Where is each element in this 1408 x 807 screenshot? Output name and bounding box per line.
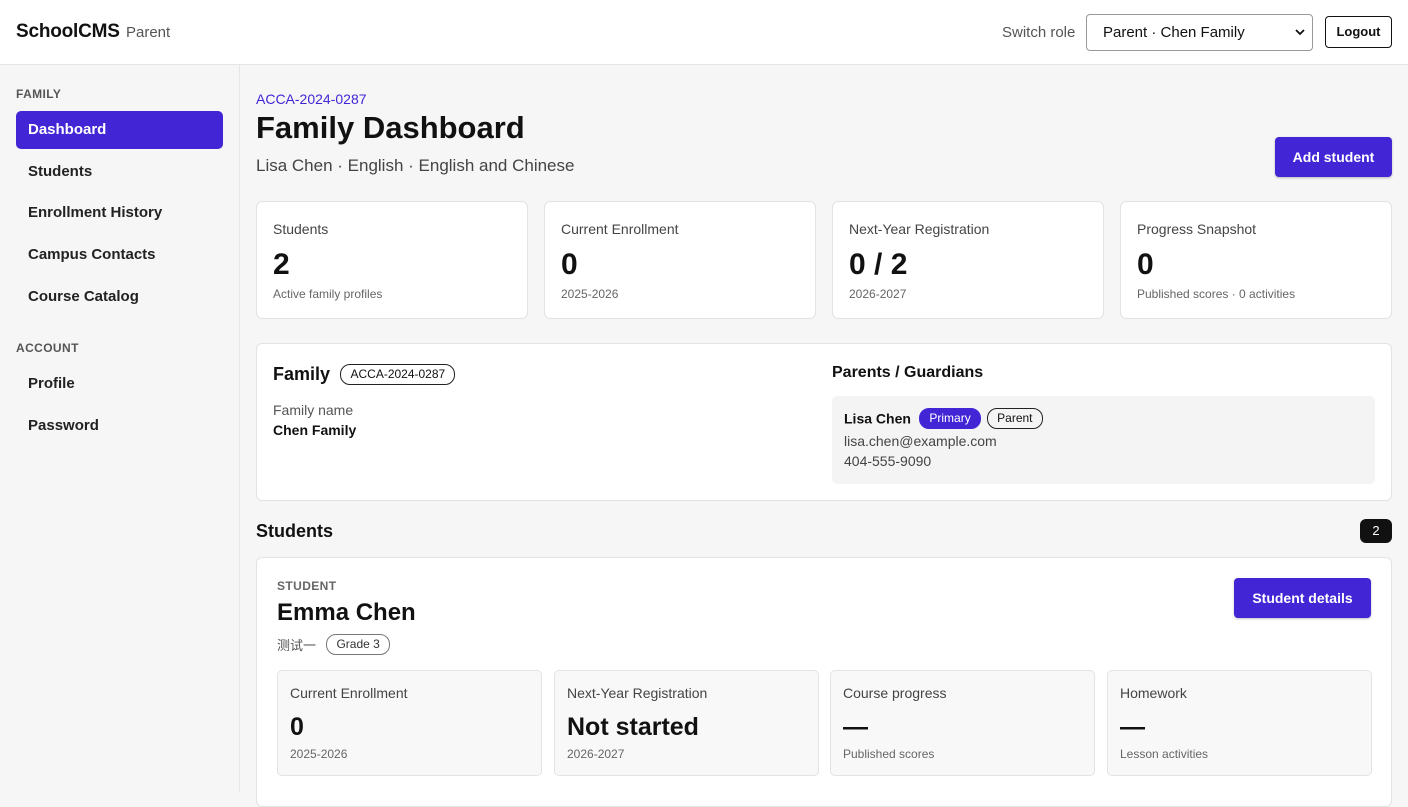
stat-card-current-enrollment: Current Enrollment 0 2025-2026	[544, 201, 816, 319]
current-role-label: Parent	[126, 24, 171, 41]
student-card: STUDENT Emma Chen 测试一 Grade 3 Student de…	[256, 557, 1392, 807]
stat-label: Current Enrollment	[561, 221, 679, 237]
student-eyebrow: STUDENT	[277, 579, 337, 593]
family-name-value: Chen Family	[273, 422, 357, 438]
family-code: ACCA-2024-0287	[256, 91, 367, 107]
sidebar-item-password[interactable]: Password	[16, 407, 223, 445]
guardian-phone[interactable]: 404-555-9090	[844, 453, 931, 469]
sidebar-item-dashboard[interactable]: Dashboard	[16, 111, 223, 149]
guardians-heading: Parents / Guardians	[832, 364, 984, 381]
stat-value: 2	[273, 248, 290, 281]
stat-card-progress-snapshot: Progress Snapshot 0 Published scores · 0…	[1120, 201, 1392, 319]
guardian-entry: Lisa Chen Primary Parent lisa.chen@examp…	[832, 396, 1375, 484]
sidebar-item-students[interactable]: Students	[16, 153, 223, 191]
top-bar: SchoolCMS Parent Switch role Parent · Ch…	[0, 0, 1408, 65]
stat-label: Next-Year Registration	[849, 221, 990, 237]
sidebar-item-profile[interactable]: Profile	[16, 365, 223, 403]
student-meta: 测试一 Grade 3	[277, 634, 390, 655]
guardian-role-badge: Parent	[987, 408, 1043, 429]
student-stat-value: 0	[290, 713, 304, 741]
family-name-label: Family name	[273, 402, 354, 418]
student-stat-subtext: Published scores	[843, 747, 935, 761]
logout-button[interactable]: Logout	[1325, 16, 1392, 48]
stat-label: Students	[273, 221, 329, 237]
guardian-name-row: Lisa Chen Primary Parent	[844, 408, 1043, 429]
family-card: Family ACCA-2024-0287 Family name Chen F…	[256, 343, 1392, 501]
student-chinese-name: 测试一	[277, 638, 317, 653]
sidebar-item-campus-contacts[interactable]: Campus Contacts	[16, 236, 223, 274]
role-select[interactable]: Parent · Chen Family	[1086, 14, 1313, 51]
add-student-button[interactable]: Add student	[1275, 137, 1392, 177]
stat-subtext: Published scores · 0 activities	[1137, 287, 1296, 301]
student-name: Emma Chen	[277, 599, 416, 626]
student-stat-subtext: Lesson activities	[1120, 747, 1209, 761]
students-heading: Students	[256, 521, 334, 541]
stat-value: 0	[1137, 248, 1154, 281]
page-title: Family Dashboard	[256, 110, 525, 145]
chevron-down-icon	[1294, 15, 1306, 64]
role-select-value: Parent · Chen Family	[1103, 24, 1245, 41]
student-stat-next-year-registration: Next-Year Registration Not started 2026-…	[554, 670, 819, 776]
student-stat-label: Current Enrollment	[290, 685, 408, 701]
students-count-badge: 2	[1360, 519, 1392, 543]
stat-subtext: 2026-2027	[849, 287, 907, 301]
student-stat-course-progress: Course progress — Published scores	[830, 670, 1095, 776]
student-stat-subtext: 2026-2027	[567, 747, 625, 761]
family-heading: Family	[273, 364, 331, 384]
sidebar-item-course-catalog[interactable]: Course Catalog	[16, 278, 223, 316]
stat-label: Progress Snapshot	[1137, 221, 1257, 237]
guardian-email[interactable]: lisa.chen@example.com	[844, 433, 997, 449]
sidebar-heading-account: ACCOUNT	[16, 341, 79, 355]
student-details-button[interactable]: Student details	[1234, 578, 1371, 618]
student-stat-subtext: 2025-2026	[290, 747, 348, 761]
stat-card-next-year-registration: Next-Year Registration 0 / 2 2026-2027	[832, 201, 1104, 319]
switch-role-label: Switch role	[1002, 24, 1076, 41]
app-name[interactable]: SchoolCMS	[16, 21, 120, 43]
family-code-badge: ACCA-2024-0287	[340, 364, 456, 385]
student-stat-value: —	[1120, 713, 1145, 741]
grade-badge: Grade 3	[326, 634, 390, 655]
primary-badge: Primary	[919, 408, 981, 429]
student-stat-label: Homework	[1120, 685, 1187, 701]
stat-subtext: Active family profiles	[273, 287, 383, 301]
student-stat-label: Next-Year Registration	[567, 685, 708, 701]
family-card-header: Family ACCA-2024-0287	[273, 364, 456, 385]
sidebar-item-enrollment-history[interactable]: Enrollment History	[16, 194, 223, 232]
student-stat-homework: Homework — Lesson activities	[1107, 670, 1372, 776]
sidebar-heading-family: FAMILY	[16, 87, 62, 101]
guardian-name: Lisa Chen	[844, 410, 911, 427]
stat-card-students: Students 2 Active family profiles	[256, 201, 528, 319]
sidebar: FAMILY Dashboard Students Enrollment His…	[0, 65, 240, 792]
page-subtitle: Lisa Chen · English · English and Chines…	[256, 156, 575, 175]
student-stat-value: —	[843, 713, 868, 741]
stat-value: 0 / 2	[849, 248, 908, 281]
student-stat-current-enrollment: Current Enrollment 0 2025-2026	[277, 670, 542, 776]
stat-subtext: 2025-2026	[561, 287, 619, 301]
student-stat-label: Course progress	[843, 685, 947, 701]
stat-value: 0	[561, 248, 578, 281]
student-stat-value: Not started	[567, 713, 699, 741]
